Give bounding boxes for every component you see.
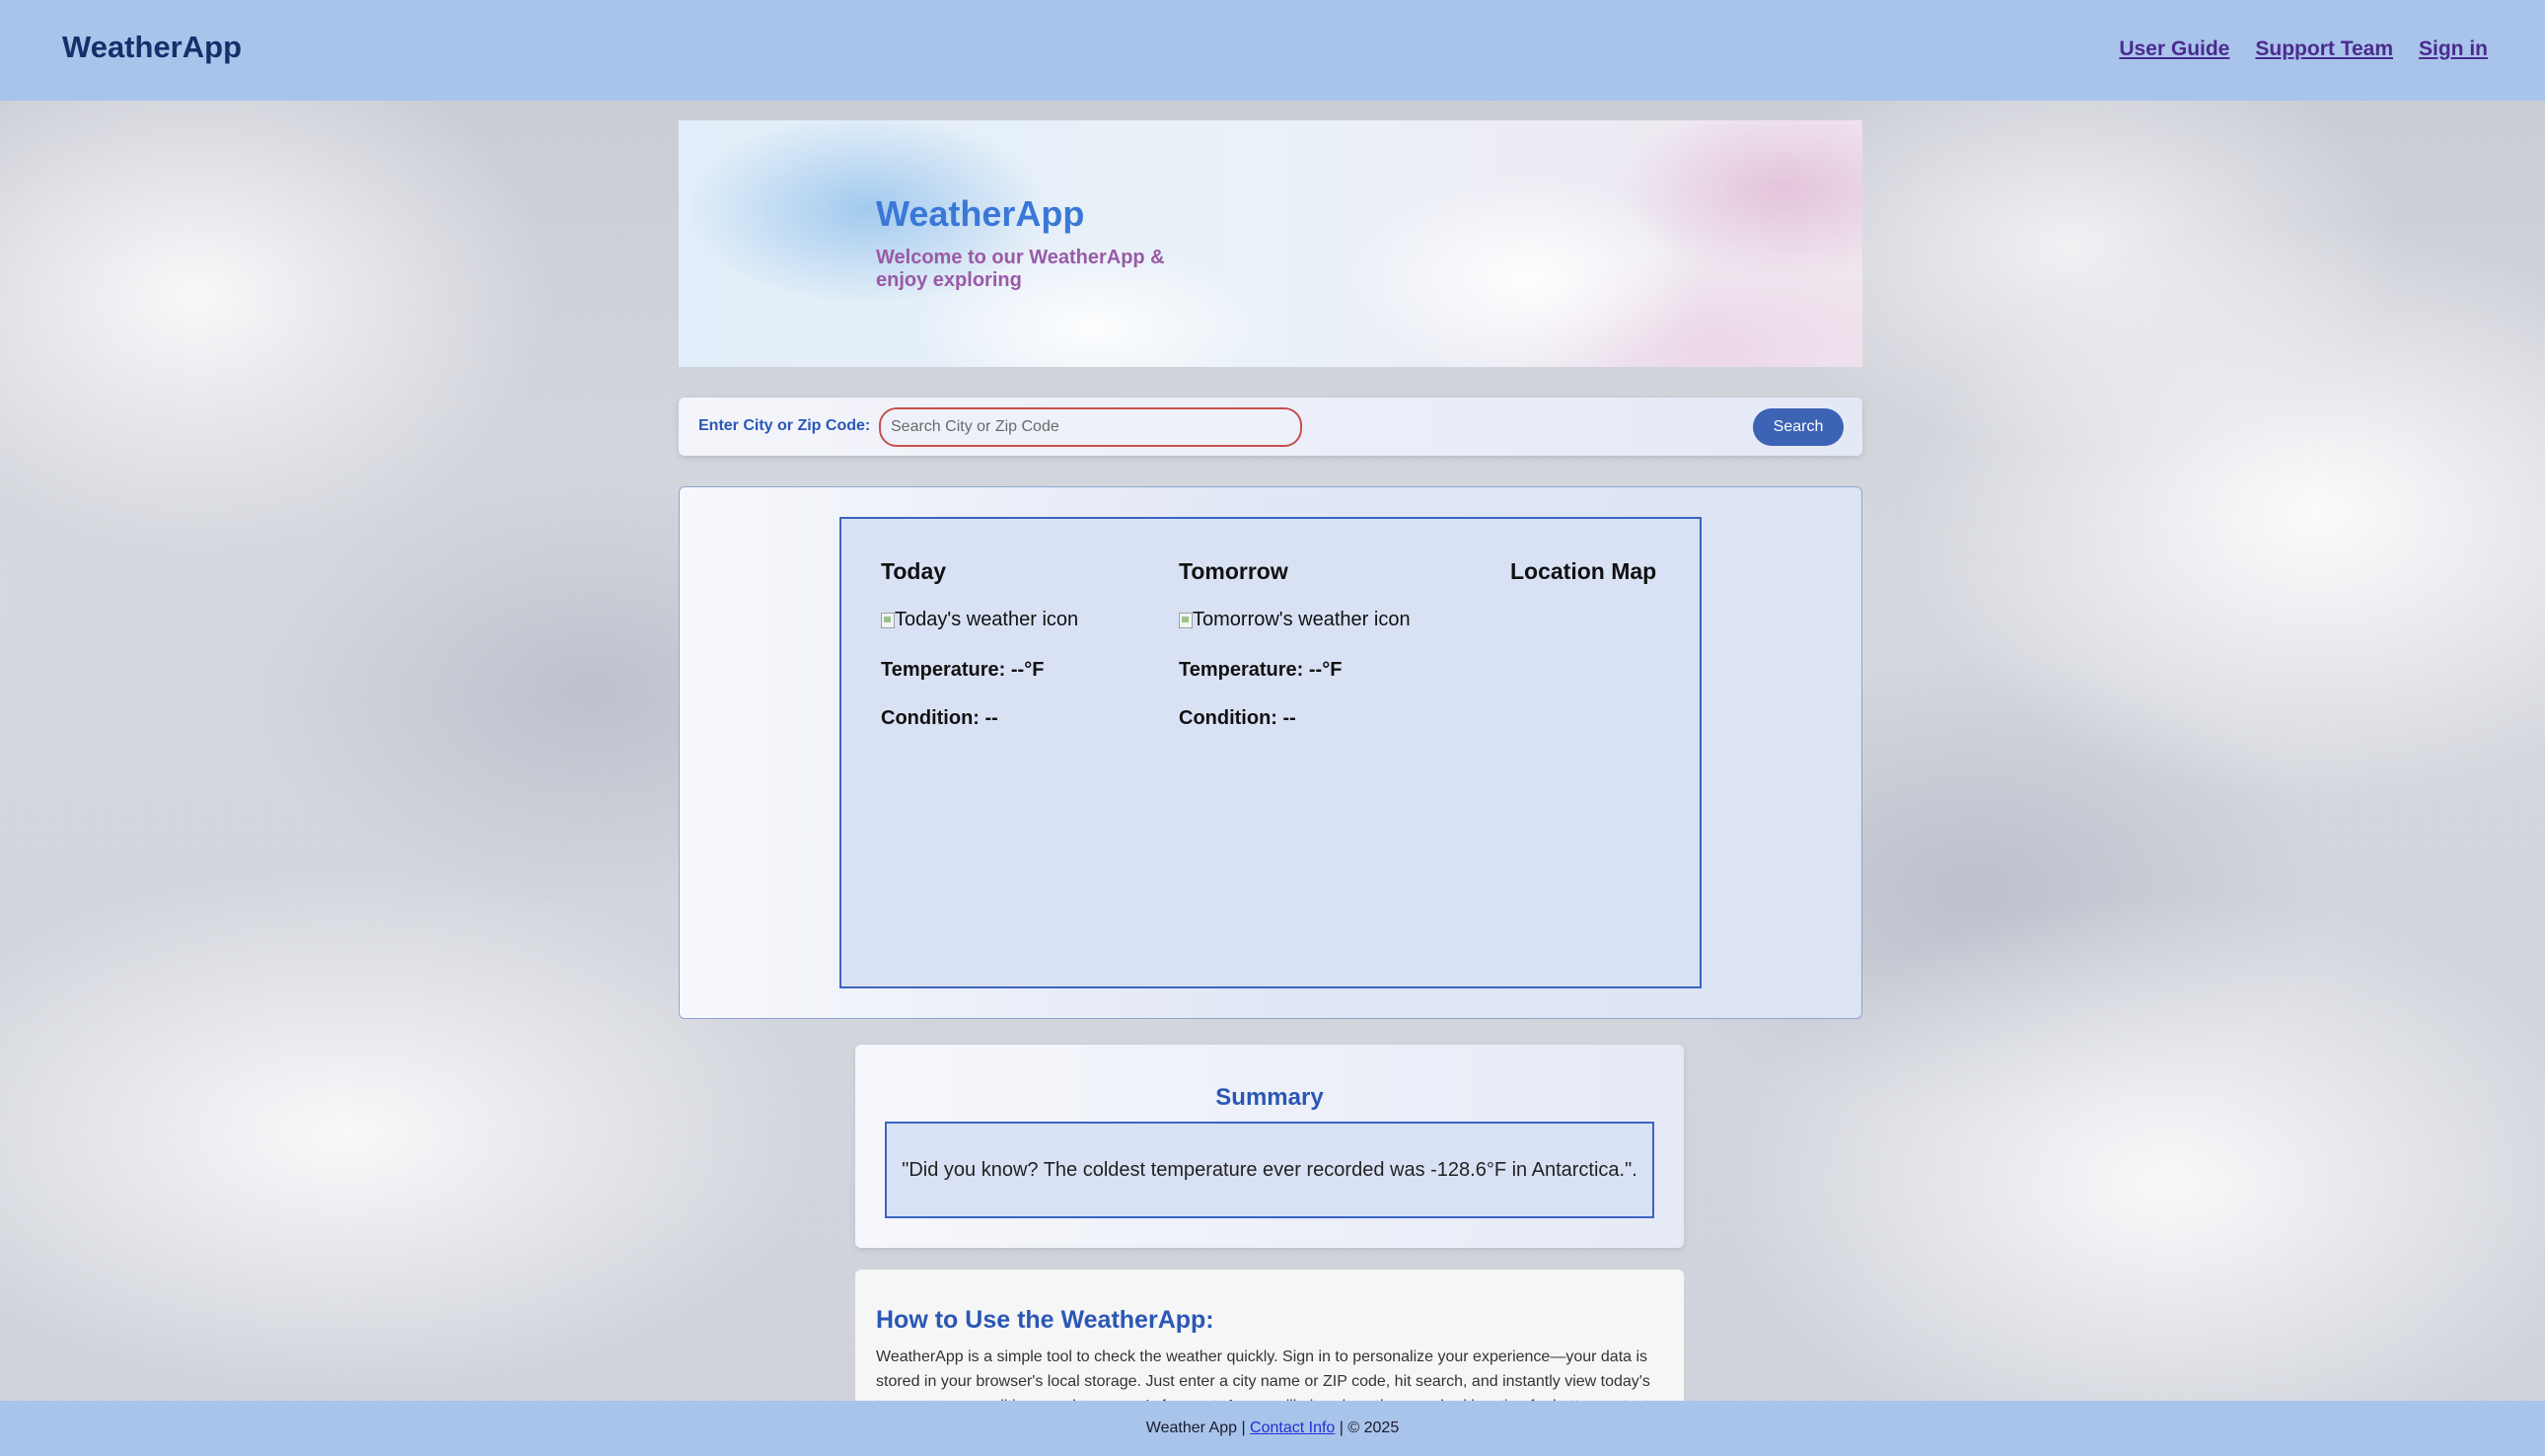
broken-image-icon	[1179, 612, 1193, 628]
today-column: Today Today's weather icon Temperature: …	[881, 558, 1078, 730]
summary-text: "Did you know? The coldest temperature e…	[902, 1158, 1637, 1181]
hero-subtitle: Welcome to our WeatherApp & enjoy explor…	[876, 247, 1165, 291]
search-input[interactable]	[879, 407, 1302, 447]
contact-info-link[interactable]: Contact Info	[1250, 1420, 1335, 1437]
hero-title: WeatherApp	[876, 193, 1085, 234]
footer-suffix: | © 2025	[1339, 1420, 1400, 1436]
tomorrow-condition: Condition: --	[1179, 707, 1296, 729]
search-bar: Enter City or Zip Code: Search	[679, 398, 1862, 456]
broken-image-icon	[881, 612, 895, 628]
tomorrow-heading: Tomorrow	[1179, 558, 1288, 584]
tomorrow-icon-alt-text: Tomorrow's weather icon	[1193, 609, 1411, 630]
nav-link-support-team[interactable]: Support Team	[2255, 37, 2393, 61]
tomorrow-temperature: Temperature: --°F	[1179, 659, 1343, 681]
tomorrow-weather-icon: Tomorrow's weather icon	[1179, 609, 1411, 631]
nav-links: User Guide Support Team Sign in	[2119, 37, 2488, 61]
search-button[interactable]: Search	[1753, 408, 1844, 446]
location-map-heading: Location Map	[1510, 558, 1657, 584]
footer: Weather App | Contact Info | © 2025	[0, 1401, 2545, 1456]
location-map-column: Location Map	[1510, 558, 1656, 585]
today-condition: Condition: --	[881, 707, 998, 729]
today-icon-alt-text: Today's weather icon	[895, 609, 1079, 630]
tomorrow-column: Tomorrow Tomorrow's weather icon Tempera…	[1179, 558, 1411, 730]
summary-box: "Did you know? The coldest temperature e…	[885, 1122, 1654, 1218]
hero-banner: WeatherApp Welcome to our WeatherApp & e…	[679, 120, 1862, 367]
summary-card: Summary "Did you know? The coldest tempe…	[855, 1045, 1684, 1248]
nav-link-user-guide[interactable]: User Guide	[2119, 37, 2229, 61]
today-heading: Today	[881, 558, 947, 584]
brand-logo-text[interactable]: WeatherApp	[62, 30, 242, 65]
weather-panel: Today Today's weather icon Temperature: …	[679, 486, 1862, 1019]
top-nav-bar: WeatherApp User Guide Support Team Sign …	[0, 0, 2545, 101]
today-weather-icon: Today's weather icon	[881, 609, 1078, 631]
search-label: Enter City or Zip Code:	[698, 417, 871, 434]
summary-title: Summary	[1215, 1084, 1324, 1111]
forecast-container: Today Today's weather icon Temperature: …	[839, 517, 1702, 988]
footer-prefix: Weather App |	[1145, 1420, 1246, 1436]
today-temperature: Temperature: --°F	[881, 659, 1045, 681]
how-to-title: How to Use the WeatherApp:	[876, 1306, 1214, 1334]
nav-link-sign-in[interactable]: Sign in	[2419, 37, 2488, 61]
